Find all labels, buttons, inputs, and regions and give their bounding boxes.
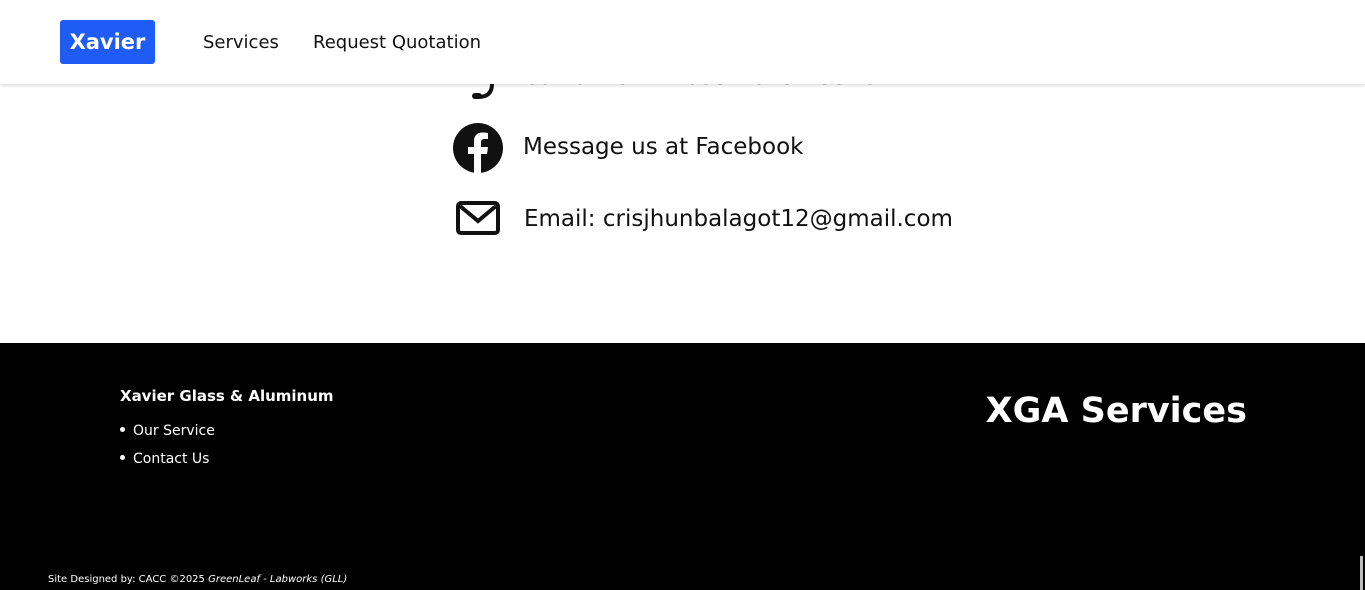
mail-envelope-icon (452, 194, 504, 246)
footer-link-item: Contact Us (120, 445, 215, 473)
site-credits: Site Designed by: CACC ©2025 GreenLeaf -… (48, 574, 347, 585)
footer-company-name: Xavier Glass & Aluminum (120, 387, 334, 405)
nav-request-quotation-link[interactable]: Request Quotation (313, 32, 481, 53)
facebook-icon (452, 122, 504, 174)
contact-email[interactable]: Email: crisjhunbalagot12@gmail.com (452, 194, 1072, 246)
bullet-icon (120, 454, 125, 460)
nav-services-link[interactable]: Services (203, 32, 279, 53)
credits-studio: GreenLeaf - Labworks (GLL) (208, 574, 348, 585)
contact-facebook-text: Message us at Facebook (523, 134, 804, 160)
credits-prefix: Site Designed by: CACC ©2025 (48, 574, 209, 585)
contact-email-text: Email: crisjhunbalagot12@gmail.com (524, 206, 953, 232)
scrollbar-thumb[interactable] (1360, 556, 1363, 590)
bullet-icon (120, 426, 125, 432)
footer-our-service-link[interactable]: Our Service (133, 423, 215, 439)
footer: Xavier Glass & Aluminum Our Service Cont… (0, 343, 1365, 590)
brand-logo-button[interactable]: Xavier (60, 20, 155, 64)
top-navbar: Xavier Services Request Quotation (0, 0, 1365, 84)
contact-facebook[interactable]: Message us at Facebook (452, 122, 1072, 174)
footer-contact-us-link[interactable]: Contact Us (133, 451, 209, 467)
footer-link-item: Our Service (120, 417, 215, 445)
footer-brand-title: XGA Services (985, 391, 1247, 431)
footer-links: Our Service Contact Us (120, 417, 215, 473)
